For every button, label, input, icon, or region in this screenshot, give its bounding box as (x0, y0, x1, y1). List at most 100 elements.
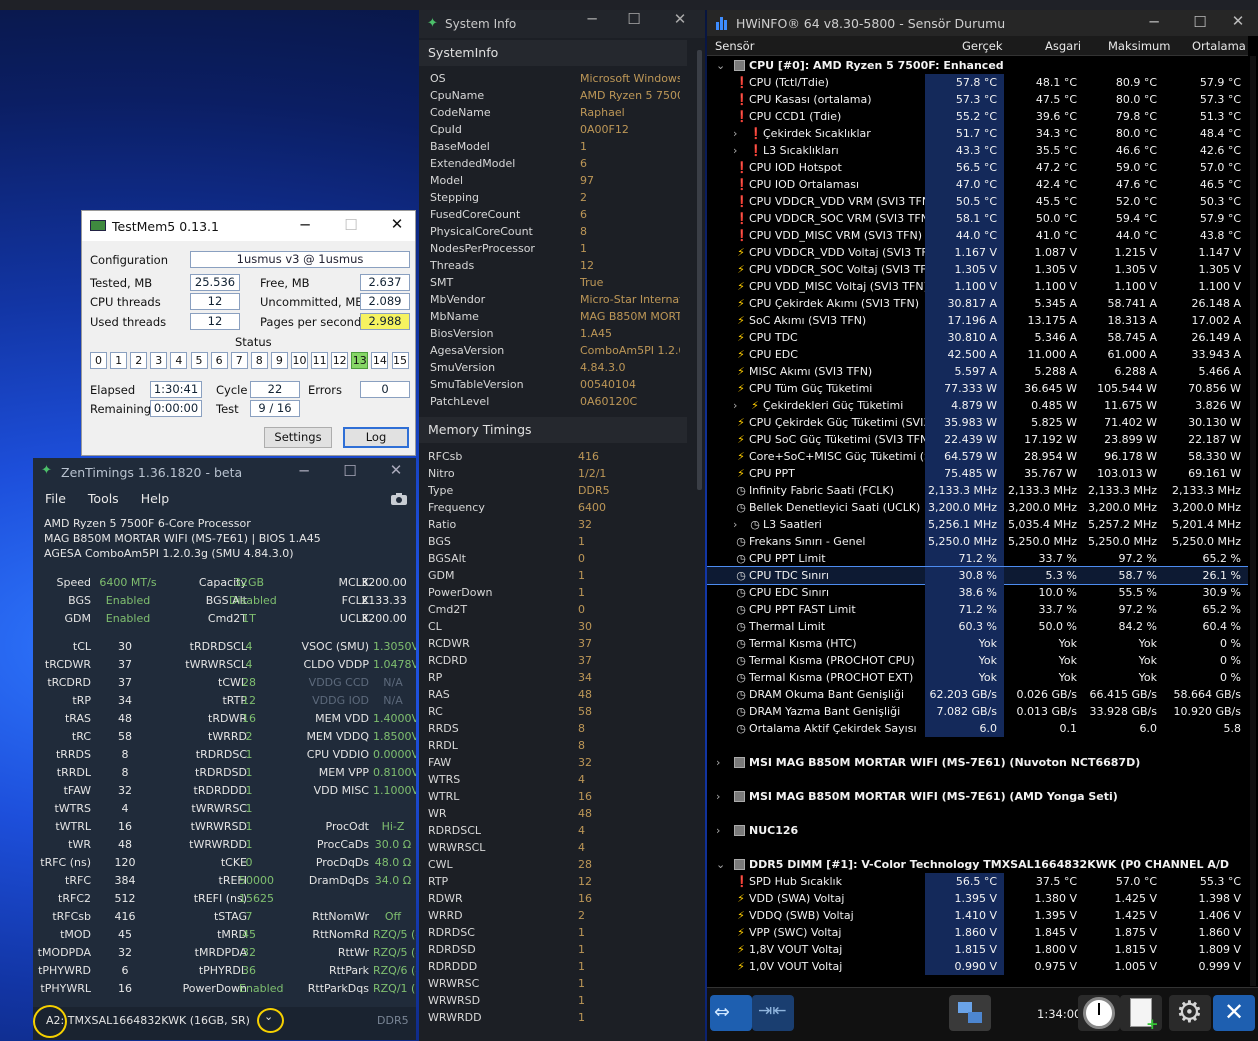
collapse-icon[interactable]: ⇥⇤ (752, 995, 794, 1031)
chevron-down-icon[interactable]: ⌄ (716, 856, 725, 873)
info-row: OS Microsoft Windows (419, 70, 687, 87)
sensor-group[interactable]: › MSI MAG B850M MORTAR WIFI (MS-7E61) (AM… (707, 788, 1248, 805)
sensor-row[interactable]: ◷ CPU EDC Sınırı 38.6 % 10.0 % 55.5 % 30.9 % (707, 584, 1248, 601)
sensor-row[interactable]: ◷ DRAM Okuma Bant Genişliği 62.203 GB/s 0.0… (707, 686, 1248, 703)
dimm-selector[interactable]: A2: TMXSAL1664832KWK (16GB, SR) (46, 1014, 250, 1027)
sensor-row[interactable]: ⚡ CPU SoC Güç Tüketimi (SVI3 TFN) 22.439 W… (707, 431, 1248, 448)
header-min[interactable]: Asgari (1045, 36, 1081, 56)
info-row: CL 30 (419, 618, 687, 635)
sensor-row[interactable]: ◷ Termal Kısma (HTC) Yok Yok Yok 0 % (707, 635, 1248, 652)
sensor-row[interactable]: ◷ CPU PPT FAST Limit 71.2 % 33.7 % 97.2 % 65.… (707, 601, 1248, 618)
sensor-row[interactable]: ❗ CPU VDDCR_VDD VRM (SVI3 TFN) 50.5 °C 45.5… (707, 193, 1248, 210)
sensor-row[interactable]: ⚡ MISC Akımı (SVI3 TFN) 5.597 A 5.288 A 6.28… (707, 363, 1248, 380)
sensor-row[interactable]: ⚡ SoC Akımı (SVI3 TFN) 17.196 A 13.175 A 18.… (707, 312, 1248, 329)
hwinfo-titlebar[interactable]: HWiNFO® 64 v8.30-5800 - Sensör Durumu ─ … (707, 10, 1258, 36)
sensor-row[interactable]: ◷ Termal Kısma (PROCHOT EXT) Yok Yok Yok 0 % (707, 669, 1248, 686)
close-button[interactable]: ✕ (1215, 12, 1258, 30)
sensor-row[interactable]: ◷ Ortalama Aktif Çekirdek Sayısı 6.0 0.1 6.0… (707, 720, 1248, 737)
scrollbar[interactable] (1250, 56, 1256, 986)
sensor-row[interactable]: ◷ Thermal Limit 60.3 % 50.0 % 84.2 % 60.4 % (707, 618, 1248, 635)
camera-icon[interactable] (390, 492, 408, 506)
chevron-right-icon[interactable]: › (716, 754, 720, 771)
header-max[interactable]: Maksimum (1108, 36, 1171, 56)
chevron-right-icon[interactable]: › (733, 397, 737, 414)
sensor-row[interactable]: ❗ CPU IOD Ortalaması 47.0 °C 42.4 °C 47.6 °C… (707, 176, 1248, 193)
sensor-group[interactable]: ⌄ CPU [#0]: AMD Ryzen 5 7500F: Enhanced (707, 57, 1248, 74)
minimize-button[interactable]: ─ (1131, 13, 1177, 31)
menu-help[interactable]: Help (141, 491, 170, 506)
minimize-button[interactable]: ─ (569, 10, 615, 28)
sensor-row[interactable]: ⚡ CPU Çekirdek Akımı (SVI3 TFN) 30.817 A 5.… (707, 295, 1248, 312)
sensor-row[interactable]: ⚡ CPU PPT 75.485 W 35.767 W 103.013 W 69.161 … (707, 465, 1248, 482)
sensor-row[interactable]: ❗ CPU VDDCR_SOC VRM (SVI3 TFN) 58.1 °C 50.0… (707, 210, 1248, 227)
chevron-right-icon[interactable]: › (716, 822, 720, 839)
sensor-row[interactable]: ⚡ CPU VDD_MISC Voltaj (SVI3 TFN) 1.100 V 1.… (707, 278, 1248, 295)
sensor-group[interactable]: ⌄ DDR5 DIMM [#1]: V-Color Technology TMXS… (707, 856, 1248, 873)
menu-tools[interactable]: Tools (88, 491, 119, 506)
sensor-row[interactable]: ◷ CPU PPT Limit 71.2 % 33.7 % 97.2 % 65.2 % (707, 550, 1248, 567)
sensor-row[interactable]: ◷ CPU TDC Sınırı 30.8 % 5.3 % 58.7 % 26.1 % (707, 566, 1248, 585)
sensor-row[interactable]: ◷ Infinity Fabric Saati (FCLK) 2,133.3 MHz… (707, 482, 1248, 499)
arrows-left-right-icon[interactable]: ⇔ (710, 995, 752, 1031)
sensor-group[interactable]: › MSI MAG B850M MORTAR WIFI (MS-7E61) (Nu… (707, 754, 1248, 771)
chevron-right-icon[interactable]: › (733, 125, 737, 142)
header-avg[interactable]: Ortalama (1192, 36, 1246, 56)
menu-file[interactable]: File (45, 491, 66, 506)
sensor-row[interactable]: › ❗ Çekirdek Sıcaklıklar 51.7 °C 34.3 °C 80.0… (707, 125, 1248, 142)
zentimings-titlebar[interactable]: ✦ ZenTimings 1.36.1820 - beta ─ ☐ ✕ (33, 458, 416, 486)
sensor-row[interactable]: ❗ CPU IOD Hotspot 56.5 °C 47.2 °C 59.0 °C 57.… (707, 159, 1248, 176)
chevron-right-icon[interactable]: › (733, 516, 737, 533)
sensor-row[interactable]: ❗ CPU VDD_MISC VRM (SVI3 TFN) 44.0 °C 41.0 … (707, 227, 1248, 244)
chevron-right-icon[interactable]: › (733, 142, 737, 159)
maximize-button[interactable]: ☐ (328, 216, 374, 234)
chevron-right-icon[interactable]: › (716, 788, 720, 805)
sensor-row[interactable]: ❗ CPU CCD1 (Tdie) 55.2 °C 39.6 °C 79.8 °C 51.… (707, 108, 1248, 125)
clock-icon[interactable] (1078, 995, 1120, 1031)
close-button[interactable]: ✕ (373, 461, 416, 479)
scrollbar[interactable] (697, 50, 702, 490)
sensor-row[interactable]: ⚡ VPP (SWC) Voltaj 1.860 V 1.845 V 1.875 V 1.… (707, 924, 1248, 941)
sensor-row[interactable]: ⚡ CPU Tüm Güç Tüketimi 77.333 W 36.645 W 105… (707, 380, 1248, 397)
log-button[interactable]: Log (343, 427, 409, 448)
sensor-row[interactable]: ⚡ VDDQ (SWB) Voltaj 1.410 V 1.395 V 1.425 V 1… (707, 907, 1248, 924)
info-row: FAW 32 (419, 754, 687, 771)
sensor-row[interactable]: › ⚡ Çekirdekleri Güç Tüketimi 4.879 W 0.485 … (707, 397, 1248, 414)
maximize-button[interactable]: ☐ (327, 462, 373, 480)
sensor-row[interactable]: › ❗ L3 Sıcaklıkları 43.3 °C 35.5 °C 46.6 °C 42… (707, 142, 1248, 159)
sensor-row[interactable]: ❗ SPD Hub Sıcaklık 56.5 °C 37.5 °C 57.0 °C 55… (707, 873, 1248, 890)
free-label: Free, MB (260, 276, 310, 290)
sensor-row[interactable]: ◷ Bellek Denetleyici Saati (UCLK) 3,200.0 … (707, 499, 1248, 516)
sensor-row[interactable]: ❗ CPU (Tctl/Tdie) 57.8 °C 48.1 °C 80.9 °C 57.… (707, 74, 1248, 91)
sensor-row[interactable]: ⚡ VDD (SWA) Voltaj 1.395 V 1.380 V 1.425 V 1.… (707, 890, 1248, 907)
header-sensor[interactable]: Sensör (715, 36, 754, 56)
sensor-row[interactable]: › ◷ L3 Saatleri 5,256.1 MHz 5,035.4 MHz 5,257… (707, 516, 1248, 533)
sensor-row[interactable]: ⚡ 1,8V VOUT Voltaj 1.815 V 1.800 V 1.815 V 1.… (707, 941, 1248, 958)
minimize-button[interactable]: ─ (282, 216, 328, 234)
sensor-row[interactable]: ⚡ CPU EDC 42.500 A 11.000 A 61.000 A 33.943 A (707, 346, 1248, 363)
close-icon[interactable]: ✕ (1213, 995, 1255, 1031)
sensor-group[interactable]: › NUC126 (707, 822, 1248, 839)
sensor-row[interactable]: ⚡ CPU Çekirdek Güç Tüketimi (SVI3 ... 35.9… (707, 414, 1248, 431)
report-icon[interactable]: + (1120, 995, 1162, 1033)
sensor-row[interactable]: ◷ Frekans Sınırı - Genel 5,250.0 MHz 5,250.… (707, 533, 1248, 550)
testmem5-titlebar[interactable]: TestMem5 0.13.1 ─ ☐ ✕ (82, 211, 415, 241)
network-icon[interactable] (949, 995, 991, 1031)
system-info-titlebar[interactable]: ✦ System Info ─ ☐ ✕ (419, 10, 705, 38)
sensor-row[interactable]: ⚡ CPU VDDCR_VDD Voltaj (SVI3 TFN) 1.167 V 1… (707, 244, 1248, 261)
header-current[interactable]: Gerçek (962, 36, 1003, 56)
settings-button[interactable]: Settings (264, 427, 332, 448)
sensor-row[interactable]: ◷ Termal Kısma (PROCHOT CPU) Yok Yok Yok 0 % (707, 652, 1248, 669)
close-button[interactable]: ✕ (657, 10, 703, 28)
close-button[interactable]: ✕ (374, 215, 415, 233)
sensor-row[interactable]: ⚡ CPU VDDCR_SOC Voltaj (SVI3 TFN) 1.305 V1… (707, 261, 1248, 278)
sensor-row[interactable]: ⚡ Core+SoC+MISC Güç Tüketimi (S... 64.579 … (707, 448, 1248, 465)
maximize-button[interactable]: ☐ (611, 10, 657, 28)
sensor-row[interactable]: ◷ DRAM Yazma Bant Genişliği 7.082 GB/s 0.01… (707, 703, 1248, 720)
sensor-row[interactable]: ❗ CPU Kasası (ortalama) 57.3 °C 47.5 °C 80.0… (707, 91, 1248, 108)
sensor-row[interactable]: ⚡ 1,0V VOUT Voltaj 0.990 V 0.975 V 1.005 V 0.… (707, 958, 1248, 975)
minimize-button[interactable]: ─ (281, 462, 327, 480)
sensor-row[interactable]: ⚡ CPU TDC 30.810 A 5.346 A 58.745 A 26.149 A (707, 329, 1248, 346)
gear-icon[interactable]: ⚙ (1169, 995, 1211, 1031)
chevron-down-icon[interactable]: ⌄ (716, 57, 725, 74)
configuration-field[interactable]: 1usmus v3 @ 1usmus (190, 251, 410, 268)
